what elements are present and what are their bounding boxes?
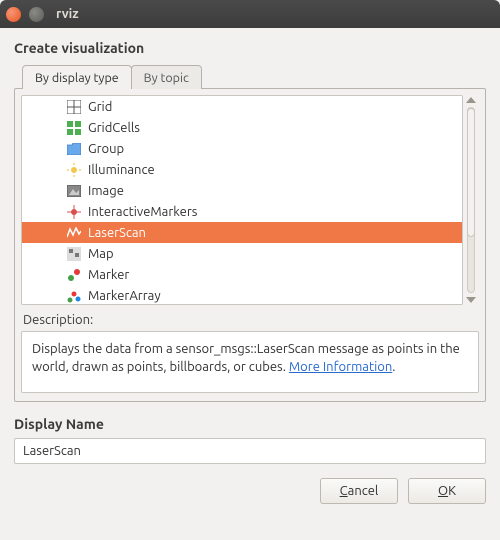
tree-item-markerarray[interactable]: MarkerArray: [22, 285, 462, 305]
gridcells-icon: [66, 120, 82, 136]
grid-icon: [66, 99, 82, 115]
tree-item-image[interactable]: Image: [22, 180, 462, 201]
scroll-thumb[interactable]: [467, 108, 475, 237]
cancel-button-rest: ancel: [348, 484, 379, 498]
tree-item-map[interactable]: Map: [22, 243, 462, 264]
tree-item-label: Grid: [88, 100, 112, 114]
marker-icon: [66, 267, 82, 283]
tab-panel: Grid GridCells Group Illuminance Image: [14, 88, 486, 402]
tree-item-label: InteractiveMarkers: [88, 205, 197, 219]
tree-item-label: Illuminance: [88, 163, 155, 177]
scroll-track[interactable]: [467, 107, 475, 293]
tree-item-interactivemarkers[interactable]: InteractiveMarkers: [22, 201, 462, 222]
ok-button[interactable]: OK: [408, 478, 486, 504]
map-icon: [66, 246, 82, 262]
tree-item-group[interactable]: Group: [22, 138, 462, 159]
tab-bar: By display type By topic: [22, 64, 486, 88]
display-type-tree[interactable]: Grid GridCells Group Illuminance Image: [21, 95, 463, 305]
display-name-input[interactable]: [14, 438, 486, 464]
description-text-after: .: [392, 360, 395, 374]
description-text: Displays the data from a sensor_msgs::La…: [32, 342, 460, 374]
create-visualization-label: Create visualization: [14, 40, 486, 56]
tree-item-label: Marker: [88, 268, 129, 282]
titlebar: rviz: [0, 0, 500, 28]
description-box: Displays the data from a sensor_msgs::La…: [21, 331, 479, 393]
cancel-button[interactable]: Cancel: [320, 478, 398, 504]
tree-item-illuminance[interactable]: Illuminance: [22, 159, 462, 180]
tree-item-label: GridCells: [88, 121, 140, 135]
more-information-link[interactable]: More Information: [289, 360, 392, 374]
dialog-buttons: Cancel OK: [14, 478, 486, 504]
interactive-markers-icon: [66, 204, 82, 220]
tree-scrollbar[interactable]: [463, 95, 479, 305]
tree-item-laserscan[interactable]: LaserScan: [22, 222, 462, 243]
illuminance-icon: [66, 162, 82, 178]
window-title: rviz: [56, 7, 79, 21]
tree-item-marker[interactable]: Marker: [22, 264, 462, 285]
display-name-label: Display Name: [14, 416, 486, 432]
minimize-icon[interactable]: [29, 7, 44, 22]
tab-by-display-type[interactable]: By display type: [22, 65, 132, 89]
folder-icon: [66, 141, 82, 157]
scroll-down-icon[interactable]: [466, 297, 476, 303]
scroll-up-icon[interactable]: [466, 97, 476, 103]
dialog-content: Create visualization By display type By …: [0, 28, 500, 514]
ok-button-rest: K: [448, 484, 456, 498]
tree-item-label: Map: [88, 247, 114, 261]
marker-array-icon: [66, 288, 82, 304]
laserscan-icon: [66, 225, 82, 241]
tree-item-label: Image: [88, 184, 124, 198]
tree-item-label: MarkerArray: [88, 289, 161, 303]
description-label: Description:: [23, 313, 477, 327]
tab-by-topic[interactable]: By topic: [131, 65, 202, 89]
close-icon[interactable]: [6, 7, 21, 22]
tree-item-gridcells[interactable]: GridCells: [22, 117, 462, 138]
tree-item-grid[interactable]: Grid: [22, 96, 462, 117]
tree-item-label: Group: [88, 142, 124, 156]
tree-item-label: LaserScan: [88, 226, 146, 240]
image-icon: [66, 183, 82, 199]
